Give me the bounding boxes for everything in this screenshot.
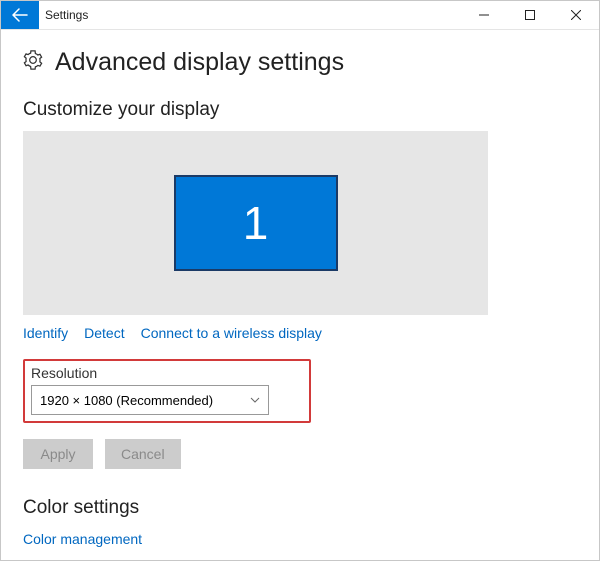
page-title: Advanced display settings (55, 48, 344, 77)
display-arrangement-area[interactable]: 1 (23, 131, 488, 315)
window-controls (461, 1, 599, 29)
resolution-label: Resolution (31, 365, 303, 381)
color-calibration-link[interactable]: Color calibration (23, 559, 577, 560)
minimize-icon (479, 10, 489, 20)
window-title: Settings (39, 1, 461, 29)
cancel-button[interactable]: Cancel (105, 439, 181, 469)
minimize-button[interactable] (461, 1, 507, 29)
connect-wireless-link[interactable]: Connect to a wireless display (141, 325, 322, 341)
page-header: Advanced display settings (23, 48, 577, 77)
content-area: Advanced display settings Customize your… (1, 30, 599, 560)
maximize-icon (525, 10, 535, 20)
button-row: Apply Cancel (23, 439, 577, 469)
resolution-value: 1920 × 1080 (Recommended) (40, 393, 213, 408)
maximize-button[interactable] (507, 1, 553, 29)
close-button[interactable] (553, 1, 599, 29)
back-arrow-icon (12, 7, 28, 23)
color-settings-heading: Color settings (23, 497, 577, 519)
resolution-dropdown[interactable]: 1920 × 1080 (Recommended) (31, 385, 269, 415)
customize-heading: Customize your display (23, 99, 577, 121)
chevron-down-icon (250, 395, 260, 405)
detect-link[interactable]: Detect (84, 325, 124, 341)
gear-icon (23, 50, 43, 75)
apply-button[interactable]: Apply (23, 439, 93, 469)
titlebar: Settings (1, 1, 599, 30)
back-button[interactable] (1, 1, 39, 29)
color-management-link[interactable]: Color management (23, 531, 577, 547)
monitor-1[interactable]: 1 (174, 175, 338, 271)
identify-link[interactable]: Identify (23, 325, 68, 341)
display-links-row: Identify Detect Connect to a wireless di… (23, 325, 577, 341)
close-icon (571, 10, 581, 20)
resolution-highlight: Resolution 1920 × 1080 (Recommended) (23, 359, 311, 423)
